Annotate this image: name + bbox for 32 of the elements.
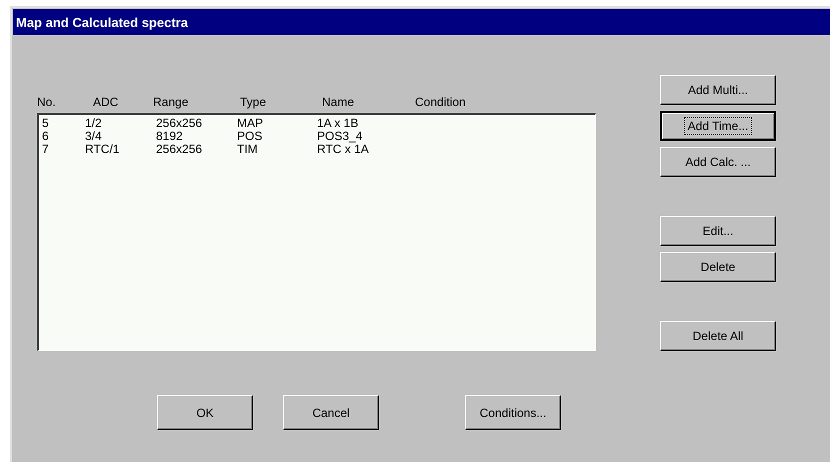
list-cell-text: TIM — [237, 143, 259, 156]
list-cell-text: POS — [237, 130, 264, 143]
list-cell-text: 256x256 — [156, 117, 204, 130]
list-cell-text: 1/2 — [85, 117, 103, 130]
dialog-button[interactable]: Add Multi... — [660, 75, 776, 105]
list-cell-text: 3/4 — [85, 130, 103, 143]
spectra-list[interactable]: 5 1/2 256x256 MAP 1A x 1B 6 3/4 8192 POS POS3_4 7 RTC/1 256x256 TIM RTC x 1A — [37, 113, 596, 351]
list-cell-text: 7 — [42, 143, 50, 156]
column-header: ADC — [93, 95, 120, 111]
list-cell-text: RTC/1 — [85, 143, 120, 156]
dialog-button[interactable]: Edit... — [660, 216, 776, 246]
column-header: Range — [153, 95, 190, 111]
dialog-button[interactable]: OK — [157, 395, 253, 430]
column-header: No. — [37, 95, 57, 111]
list-cell-text: 5 — [42, 117, 50, 130]
list-cell-text: POS3_4 — [317, 130, 364, 143]
column-header: Type — [240, 95, 268, 111]
dialog-button[interactable]: Delete All — [660, 321, 776, 351]
column-header: Name — [322, 95, 356, 111]
window-title: Map and Calculated spectra — [16, 14, 188, 30]
list-cell-text: MAP — [237, 117, 264, 130]
list-cell-text: RTC x 1A — [317, 143, 370, 156]
dialog-button[interactable]: Add Calc. ... — [660, 147, 776, 177]
dialog-button[interactable]: Delete — [660, 252, 776, 282]
dialog-button[interactable]: Add Time... — [660, 111, 776, 141]
list-cell-text: 6 — [42, 130, 50, 143]
dialog-button[interactable]: Conditions... — [465, 395, 561, 430]
dialog-button[interactable]: Cancel — [283, 395, 379, 430]
list-cell-text: 1A x 1B — [317, 117, 360, 130]
column-header: Condition — [415, 95, 467, 111]
list-cell-text: 8192 — [156, 130, 184, 143]
list-cell-text: 256x256 — [156, 143, 204, 156]
